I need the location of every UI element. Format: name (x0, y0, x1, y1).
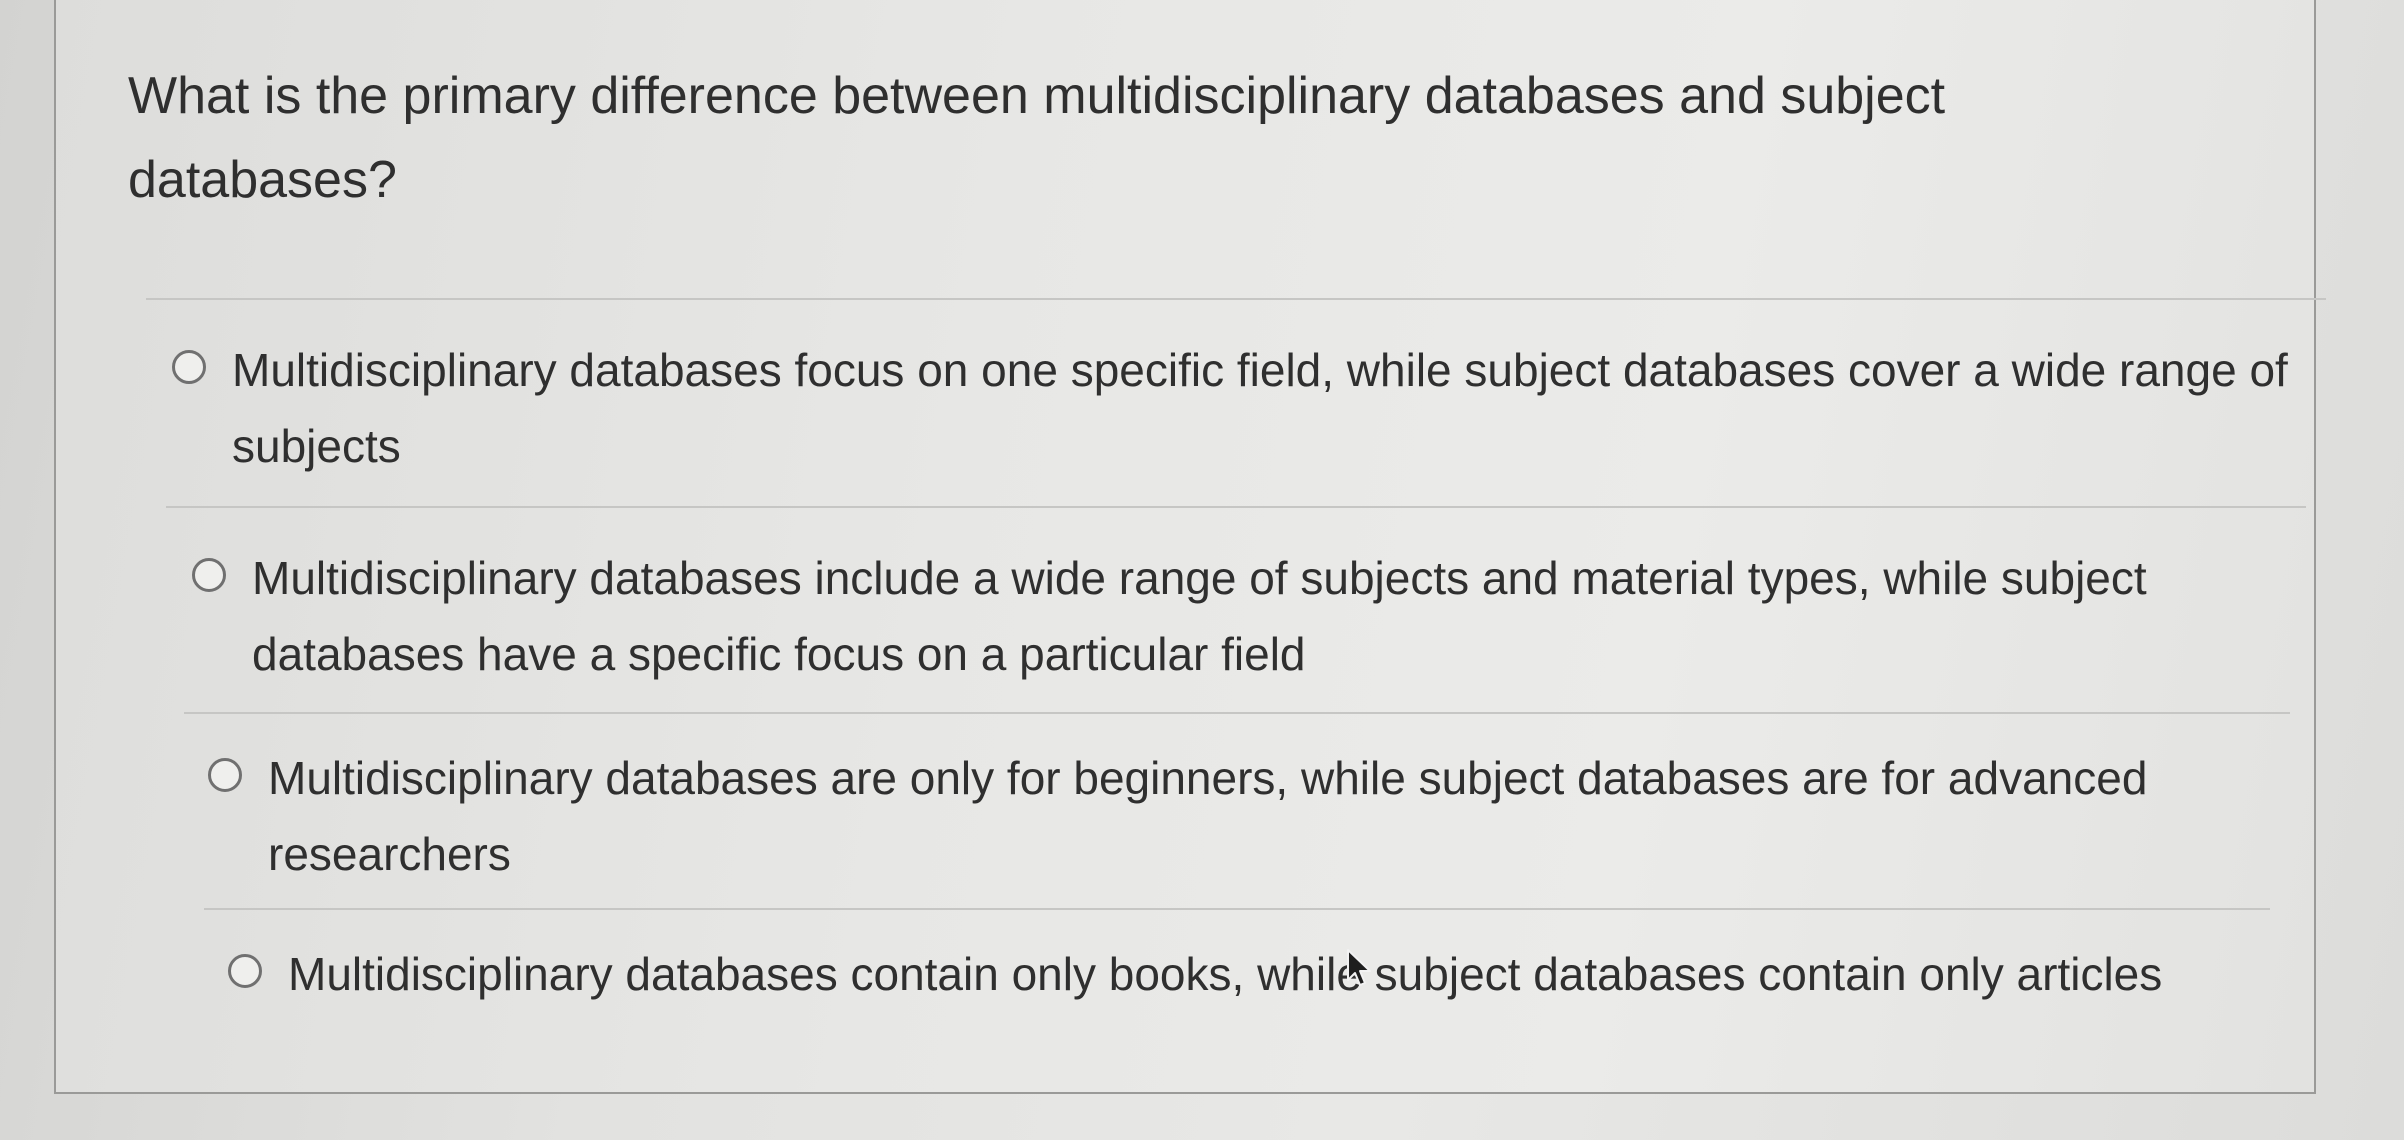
divider (204, 908, 2270, 910)
answer-option-label: Multidisciplinary databases are only for… (268, 752, 2148, 880)
radio-unchecked-icon[interactable] (172, 350, 206, 384)
answer-option-1[interactable]: Multidisciplinary databases focus on one… (172, 332, 2322, 492)
answer-option-2[interactable]: Multidisciplinary databases include a wi… (192, 540, 2192, 700)
divider (166, 506, 2306, 508)
answer-option-4[interactable]: Multidisciplinary databases contain only… (228, 936, 2228, 1026)
answer-option-label: Multidisciplinary databases focus on one… (232, 344, 2288, 472)
radio-unchecked-icon[interactable] (192, 558, 226, 592)
answer-option-3[interactable]: Multidisciplinary databases are only for… (208, 740, 2208, 900)
radio-unchecked-icon[interactable] (228, 954, 262, 988)
quiz-screen: What is the primary difference between m… (0, 0, 2404, 1140)
answer-option-label: Multidisciplinary databases contain only… (288, 948, 2163, 1000)
divider (146, 298, 2326, 300)
radio-unchecked-icon[interactable] (208, 758, 242, 792)
question-text: What is the primary difference between m… (128, 67, 1946, 209)
answer-option-label: Multidisciplinary databases include a wi… (252, 552, 2147, 680)
divider (184, 712, 2290, 714)
mouse-pointer-icon (1347, 949, 1371, 986)
